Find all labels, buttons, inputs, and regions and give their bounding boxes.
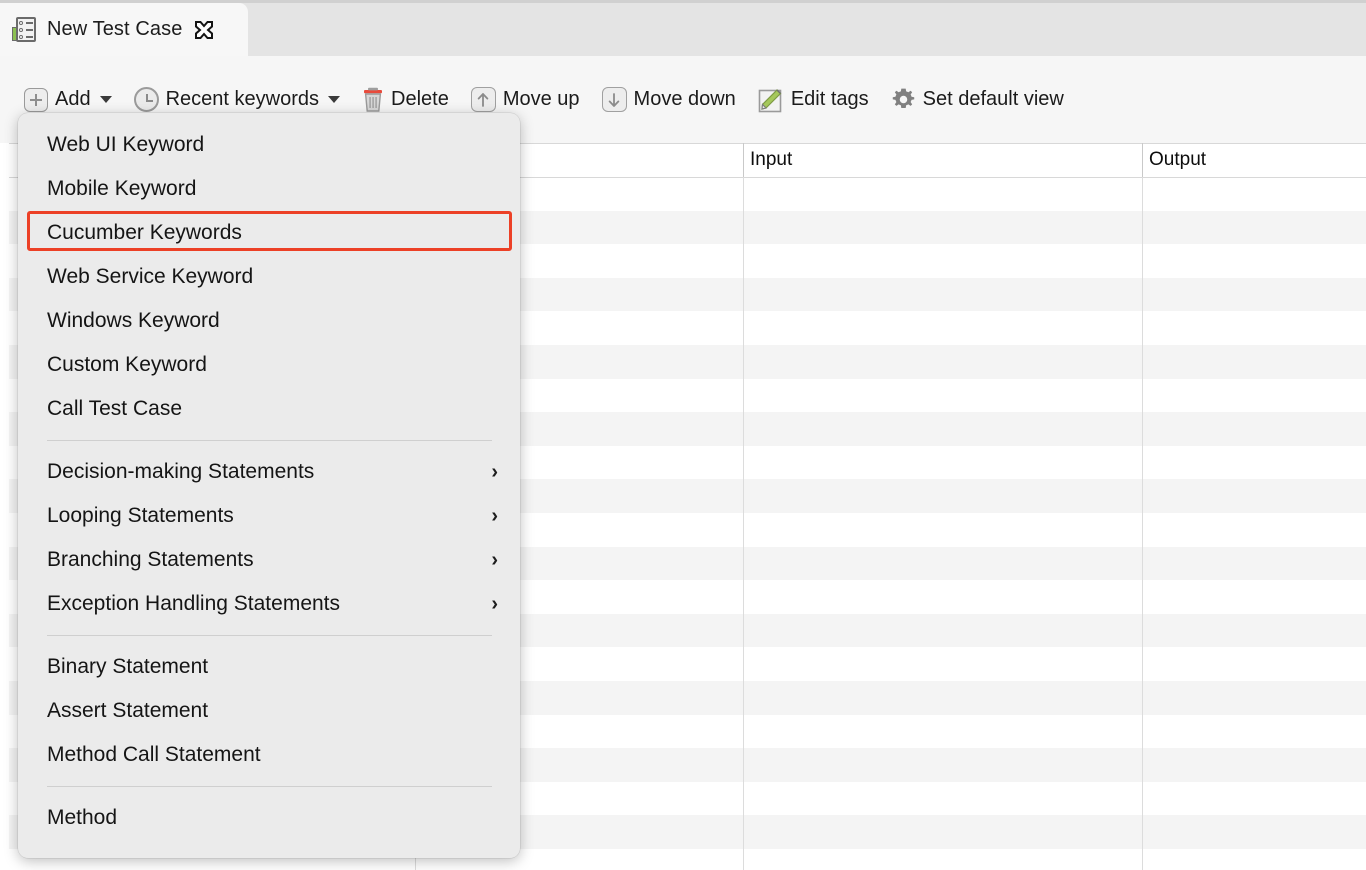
column-divider-2[interactable] <box>743 177 744 870</box>
menu-item-label: Method Call Statement <box>47 743 261 767</box>
column-header-input[interactable]: Input <box>743 143 1142 177</box>
menu-item-method-call-statement[interactable]: Method Call Statement <box>18 733 520 777</box>
application-window: New Test Case Add Recent keywords <box>0 0 1366 870</box>
chevron-right-icon: › <box>491 462 498 482</box>
menu-item-label: Call Test Case <box>47 397 182 421</box>
menu-item-binary-statement[interactable]: Binary Statement <box>18 645 520 689</box>
clock-icon <box>134 87 159 112</box>
menu-item-label: Web Service Keyword <box>47 265 253 289</box>
column-header-input-label: Input <box>750 149 792 171</box>
menu-item-mobile-keyword[interactable]: Mobile Keyword <box>18 167 520 211</box>
tab-new-test-case[interactable]: New Test Case <box>0 3 248 56</box>
menu-item-label: Custom Keyword <box>47 353 207 377</box>
menu-item-decision-making-statements[interactable]: Decision-making Statements › <box>18 450 520 494</box>
menu-item-label: Web UI Keyword <box>47 133 204 157</box>
chevron-down-icon[interactable] <box>328 96 340 103</box>
chevron-down-icon[interactable] <box>100 96 112 103</box>
chevron-right-icon: › <box>491 594 498 614</box>
add-button-label: Add <box>55 88 91 111</box>
move-down-label: Move down <box>634 88 736 111</box>
menu-separator <box>47 786 492 787</box>
menu-item-web-service-keyword[interactable]: Web Service Keyword <box>18 255 520 299</box>
menu-separator <box>47 635 492 636</box>
menu-item-label: Binary Statement <box>47 655 208 679</box>
move-up-label: Move up <box>503 88 580 111</box>
menu-separator <box>47 440 492 441</box>
tab-title: New Test Case <box>47 18 182 41</box>
column-header-output-label: Output <box>1149 149 1206 171</box>
menu-item-label: Looping Statements <box>47 504 234 528</box>
chevron-right-icon: › <box>491 550 498 570</box>
recent-keywords-label: Recent keywords <box>166 88 319 111</box>
chevron-right-icon: › <box>491 506 498 526</box>
menu-item-label: Method <box>47 806 117 830</box>
edit-tags-button[interactable]: Edit tags <box>758 81 869 119</box>
move-down-button[interactable]: Move down <box>602 81 736 119</box>
menu-item-custom-keyword[interactable]: Custom Keyword <box>18 343 520 387</box>
menu-item-method[interactable]: Method <box>18 796 520 840</box>
test-case-icon <box>12 17 37 43</box>
menu-item-web-ui-keyword[interactable]: Web UI Keyword <box>18 123 520 167</box>
edit-tags-label: Edit tags <box>791 88 869 111</box>
set-default-view-label: Set default view <box>923 88 1064 111</box>
menu-item-label: Branching Statements <box>47 548 254 572</box>
menu-item-windows-keyword[interactable]: Windows Keyword <box>18 299 520 343</box>
left-gutter <box>0 143 9 870</box>
menu-item-label: Windows Keyword <box>47 309 220 333</box>
arrow-up-icon <box>471 87 496 112</box>
menu-item-call-test-case[interactable]: Call Test Case <box>18 387 520 431</box>
menu-item-label: Cucumber Keywords <box>47 221 242 245</box>
tab-bar: New Test Case <box>0 0 1366 56</box>
menu-item-label: Assert Statement <box>47 699 208 723</box>
pencil-edit-icon <box>758 87 784 113</box>
close-x-icon[interactable] <box>193 19 215 41</box>
menu-item-cucumber-keywords[interactable]: Cucumber Keywords <box>18 211 520 255</box>
menu-item-branching-statements[interactable]: Branching Statements › <box>18 538 520 582</box>
arrow-down-icon <box>602 87 627 112</box>
plus-icon <box>24 88 48 112</box>
trash-icon <box>362 87 384 112</box>
column-divider-3[interactable] <box>1142 177 1143 870</box>
delete-button-label: Delete <box>391 88 449 111</box>
menu-item-exception-handling-statements[interactable]: Exception Handling Statements › <box>18 582 520 626</box>
add-dropdown-menu[interactable]: Web UI Keyword Mobile Keyword Cucumber Key… <box>18 113 520 858</box>
set-default-view-button[interactable]: Set default view <box>891 81 1064 119</box>
gear-icon <box>891 87 916 112</box>
menu-item-label: Exception Handling Statements <box>47 592 340 616</box>
column-header-output[interactable]: Output <box>1142 143 1366 177</box>
menu-item-label: Decision-making Statements <box>47 460 314 484</box>
menu-item-assert-statement[interactable]: Assert Statement <box>18 689 520 733</box>
menu-item-label: Mobile Keyword <box>47 177 196 201</box>
menu-item-looping-statements[interactable]: Looping Statements › <box>18 494 520 538</box>
